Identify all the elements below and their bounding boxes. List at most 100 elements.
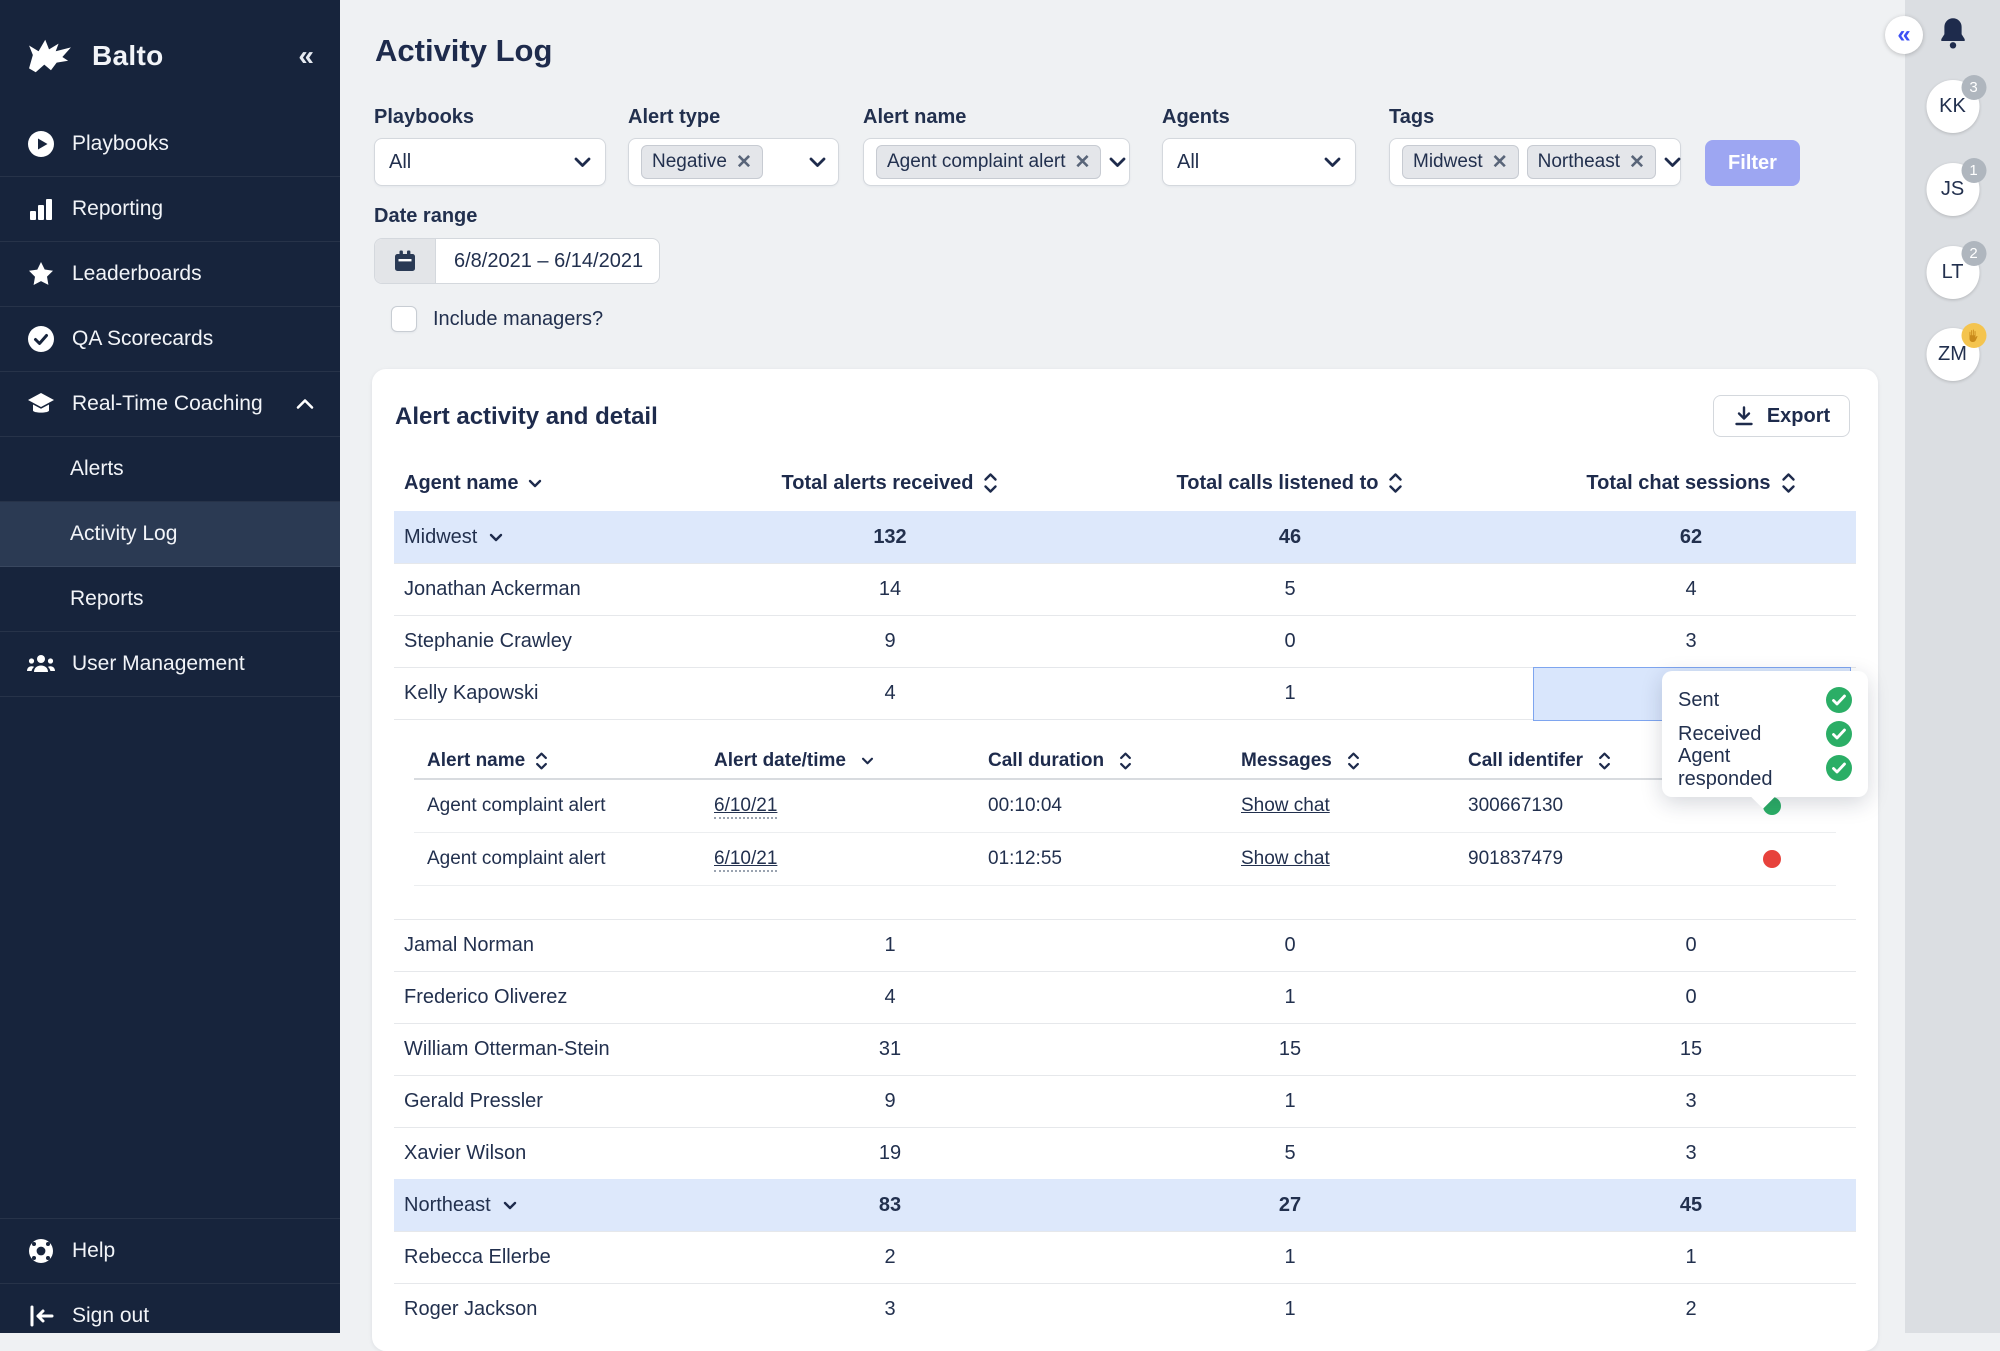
sidebar-item-label: Leaderboards: [72, 262, 202, 286]
remove-chip-icon[interactable]: ✕: [1629, 153, 1645, 172]
playbooks-select[interactable]: All: [374, 138, 606, 186]
sidebar-item-alerts[interactable]: Alerts: [0, 437, 340, 502]
sort-icon: [1388, 472, 1403, 494]
agent-row[interactable]: Jonathan Ackerman 14 5 4: [394, 563, 1856, 615]
alert-type-select[interactable]: Negative ✕: [628, 138, 839, 186]
remove-chip-icon[interactable]: ✕: [1492, 153, 1508, 172]
filter-chip[interactable]: Negative ✕: [641, 145, 763, 179]
avatar[interactable]: JS 1: [1926, 163, 1979, 216]
popover-label: Received: [1678, 723, 1761, 746]
column-header-alert-datetime[interactable]: Alert date/time: [701, 750, 975, 772]
alert-date-link[interactable]: 6/10/21: [714, 848, 777, 872]
alert-date-link[interactable]: 6/10/21: [714, 795, 777, 819]
chevron-down-icon: [809, 157, 826, 168]
export-button[interactable]: Export: [1713, 395, 1850, 437]
sidebar-item-reports[interactable]: Reports: [0, 567, 340, 632]
subtable-header-row: Alert name Alert date/time Call duration…: [414, 744, 1836, 780]
sidebar-item-sign-out[interactable]: Sign out: [0, 1283, 340, 1348]
agent-row[interactable]: William Otterman-Stein 31 15 15: [394, 1023, 1856, 1075]
notification-bell-icon[interactable]: [1938, 17, 1968, 49]
column-header-messages[interactable]: Messages: [1228, 750, 1455, 772]
remove-chip-icon[interactable]: ✕: [736, 153, 752, 172]
avatar[interactable]: LT 2: [1926, 246, 1979, 299]
avatar[interactable]: ZM: [1926, 328, 1979, 381]
chip-label: Negative: [652, 151, 727, 173]
agent-row[interactable]: Rebecca Ellerbe 2 1 1: [394, 1231, 1856, 1283]
check-circle-green-icon: [1826, 755, 1852, 781]
sidebar-item-label: Sign out: [72, 1304, 149, 1328]
date-range-input[interactable]: 6/8/2021 – 6/14/2021: [374, 238, 660, 284]
graduation-cap-icon: [26, 391, 56, 417]
sidebar-item-leaderboards[interactable]: Leaderboards: [0, 242, 340, 307]
avatar[interactable]: KK 3: [1926, 80, 1979, 133]
column-header-alert-name[interactable]: Alert name: [414, 750, 701, 772]
group-row-northeast[interactable]: Northeast 83 27 45: [394, 1179, 1856, 1231]
alert-name-select[interactable]: Agent complaint alert ✕: [863, 138, 1130, 186]
filter-chip[interactable]: Midwest ✕: [1402, 145, 1519, 179]
notification-count-badge: 1: [1961, 158, 1986, 183]
chevron-up-icon: [296, 398, 314, 410]
include-managers-checkbox[interactable]: [391, 306, 417, 332]
sort-icon: [1781, 472, 1796, 494]
agent-row[interactable]: Frederico Oliverez 4 1 0: [394, 971, 1856, 1023]
alert-status-popover: Sent Received Agent responded: [1662, 671, 1868, 797]
check-circle-green-icon: [1826, 721, 1852, 747]
alert-detail-subtable: Alert name Alert date/time Call duration…: [394, 719, 1856, 919]
sidebar-item-help[interactable]: Help: [0, 1218, 340, 1283]
alert-activity-panel: Alert activity and detail Export Agent n…: [372, 369, 1878, 1351]
sidebar-item-real-time-coaching[interactable]: Real-Time Coaching: [0, 372, 340, 437]
agent-row[interactable]: Gerald Pressler 9 1 3: [394, 1075, 1856, 1127]
sidebar: Balto « Playbooks Reporting Leaderboards…: [0, 0, 340, 1333]
wave-emoji-badge: [1961, 323, 1986, 348]
tags-filter: Tags Midwest ✕ Northeast ✕: [1389, 106, 1681, 186]
sidebar-item-label: Alerts: [70, 457, 124, 481]
agent-row[interactable]: Jamal Norman 1 0 0: [394, 919, 1856, 971]
sidebar-item-label: QA Scorecards: [72, 327, 213, 351]
avatar-initials: LT: [1942, 261, 1964, 284]
include-managers-control[interactable]: Include managers?: [375, 306, 603, 332]
date-range-value: 6/8/2021 – 6/14/2021: [436, 250, 643, 273]
agent-row[interactable]: Stephanie Crawley 9 0 3: [394, 615, 1856, 667]
column-header-total-chats[interactable]: Total chat sessions: [1490, 472, 1850, 495]
popover-row: Agent responded: [1678, 751, 1852, 785]
agent-row[interactable]: Roger Jackson 3 1 2: [394, 1283, 1856, 1335]
sidebar-item-activity-log[interactable]: Activity Log: [0, 502, 340, 567]
caret-down-icon: [861, 757, 874, 765]
avatar-initials: KK: [1939, 95, 1966, 118]
caret-down-icon: [528, 479, 542, 488]
alert-status-dot: [1763, 850, 1781, 868]
sidebar-item-playbooks[interactable]: Playbooks: [0, 112, 340, 177]
filter-button[interactable]: Filter: [1705, 140, 1800, 186]
remove-chip-icon[interactable]: ✕: [1075, 153, 1091, 172]
notification-count-badge: 3: [1961, 75, 1986, 100]
show-chat-link[interactable]: Show chat: [1241, 848, 1330, 869]
check-circle-green-icon: [1826, 687, 1852, 713]
panel-collapse-button[interactable]: «: [1885, 16, 1923, 54]
life-ring-icon: [26, 1238, 56, 1264]
sidebar-item-label: User Management: [72, 652, 245, 676]
column-header-agent-name[interactable]: Agent name: [394, 472, 690, 495]
column-header-total-alerts[interactable]: Total alerts received: [690, 472, 1090, 495]
column-header-total-calls[interactable]: Total calls listened to: [1090, 472, 1490, 495]
tags-select[interactable]: Midwest ✕ Northeast ✕: [1389, 138, 1681, 186]
chip-label: Midwest: [1413, 151, 1483, 173]
sidebar-item-qa-scorecards[interactable]: QA Scorecards: [0, 307, 340, 372]
date-range-label: Date range: [374, 205, 660, 228]
tags-label: Tags: [1389, 106, 1681, 129]
caret-down-icon: [489, 533, 503, 542]
agents-select[interactable]: All: [1162, 138, 1356, 186]
group-row-midwest[interactable]: Midwest 132 46 62: [394, 511, 1856, 563]
agent-row[interactable]: Xavier Wilson 19 5 3: [394, 1127, 1856, 1179]
sidebar-item-label: Reporting: [72, 197, 163, 221]
column-header-call-duration[interactable]: Call duration: [975, 750, 1228, 772]
agents-filter: Agents All: [1162, 106, 1356, 186]
alert-name-label: Alert name: [863, 106, 1130, 129]
page-title: Activity Log: [375, 33, 552, 69]
filter-chip[interactable]: Northeast ✕: [1527, 145, 1656, 179]
filter-chip[interactable]: Agent complaint alert ✕: [876, 145, 1101, 179]
sidebar-collapse-icon[interactable]: «: [298, 42, 314, 70]
alert-type-filter: Alert type Negative ✕: [628, 106, 839, 186]
show-chat-link[interactable]: Show chat: [1241, 795, 1330, 816]
sidebar-item-user-management[interactable]: User Management: [0, 632, 340, 697]
sidebar-item-reporting[interactable]: Reporting: [0, 177, 340, 242]
